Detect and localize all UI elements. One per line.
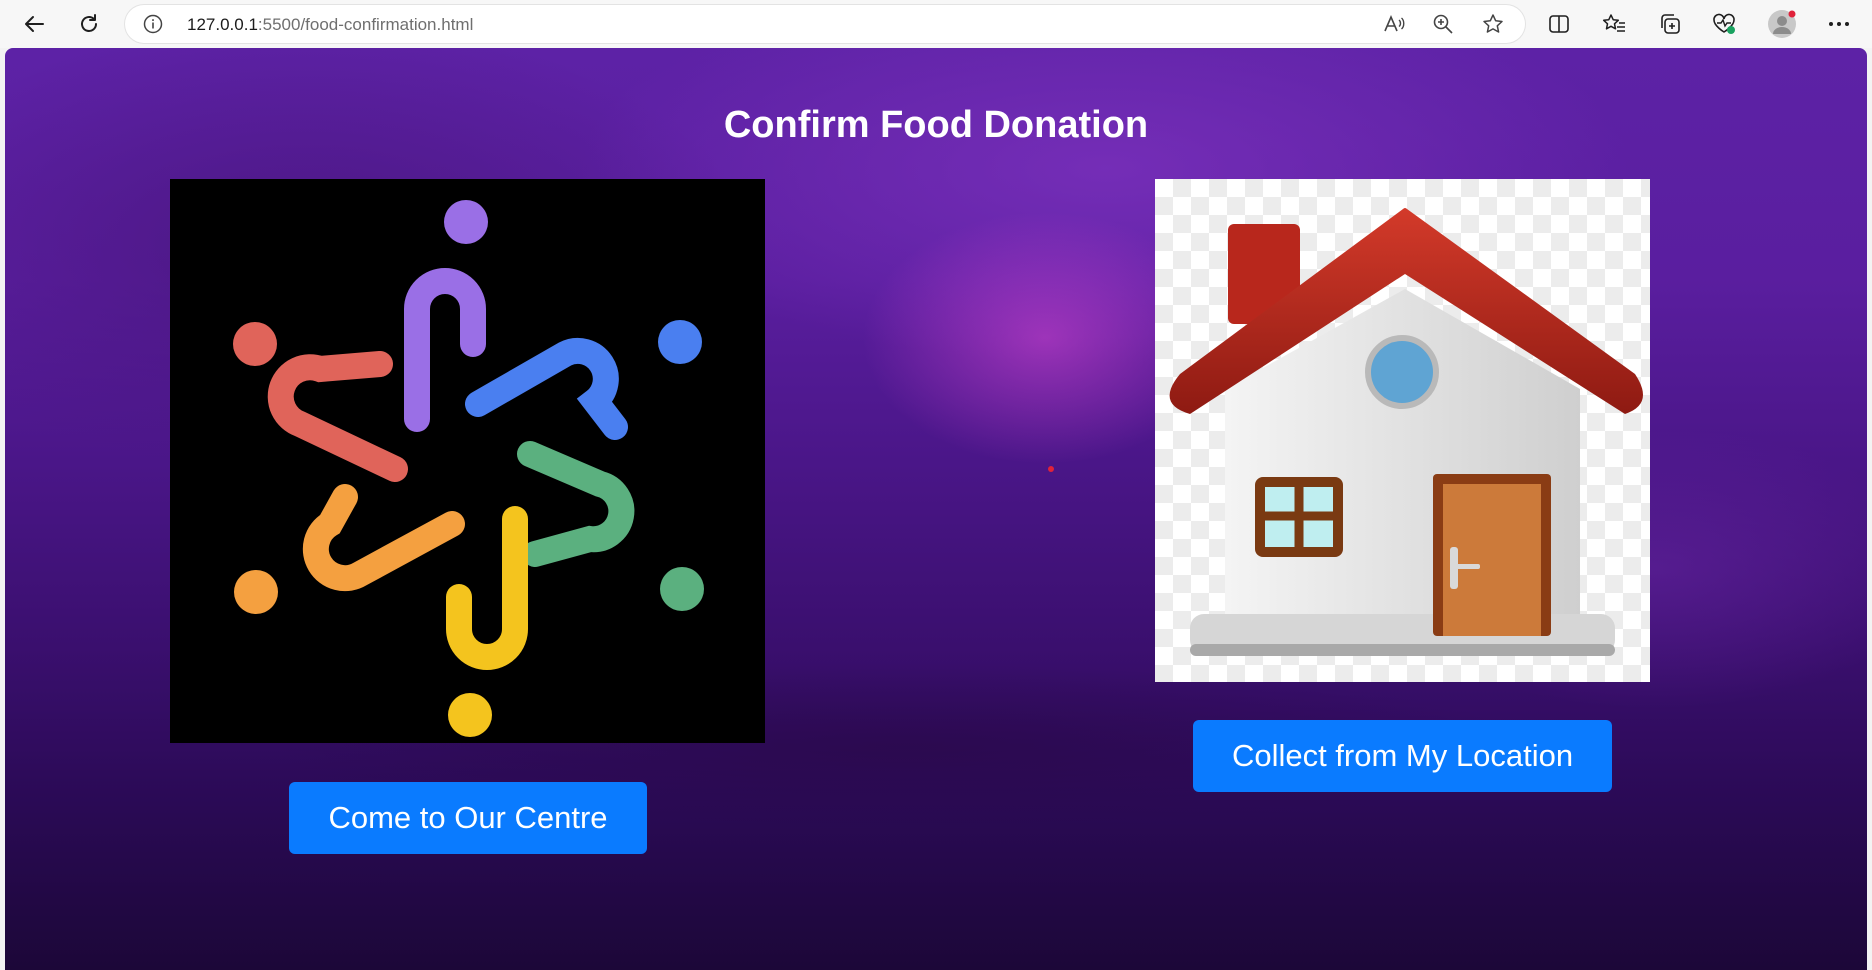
profile-icon[interactable]	[1766, 8, 1798, 40]
url-path: :5500/food-confirmation.html	[257, 15, 474, 34]
browser-essentials-icon[interactable]	[1708, 8, 1740, 40]
split-screen-icon[interactable]	[1543, 8, 1575, 40]
browser-toolbar: 127.0.0.1:5500/food-confirmation.html	[0, 0, 1872, 48]
cursor-dot	[1048, 466, 1054, 472]
page-title: Confirm Food Donation	[723, 104, 1149, 146]
refresh-icon[interactable]	[73, 8, 105, 40]
more-menu-icon[interactable]	[1823, 8, 1855, 40]
back-icon[interactable]	[18, 8, 50, 40]
collect-from-location-button[interactable]: Collect from My Location	[1193, 720, 1612, 792]
zoom-icon[interactable]	[1431, 12, 1455, 36]
url-text[interactable]: 127.0.0.1:5500/food-confirmation.html	[187, 15, 473, 35]
url-host: 127.0.0.1	[187, 15, 258, 34]
community-people-logo	[170, 179, 765, 743]
favorites-icon[interactable]	[1598, 8, 1630, 40]
house-icon	[1155, 179, 1650, 682]
site-info-icon[interactable]	[143, 14, 163, 34]
favorite-star-icon[interactable]	[1481, 12, 1505, 36]
address-bar[interactable]: 127.0.0.1:5500/food-confirmation.html	[125, 5, 1525, 43]
read-aloud-icon[interactable]	[1382, 12, 1406, 36]
come-to-centre-button[interactable]: Come to Our Centre	[289, 782, 647, 854]
collections-icon[interactable]	[1654, 8, 1686, 40]
page-viewport: Confirm Food Donation Come to Our Centre…	[5, 48, 1867, 970]
